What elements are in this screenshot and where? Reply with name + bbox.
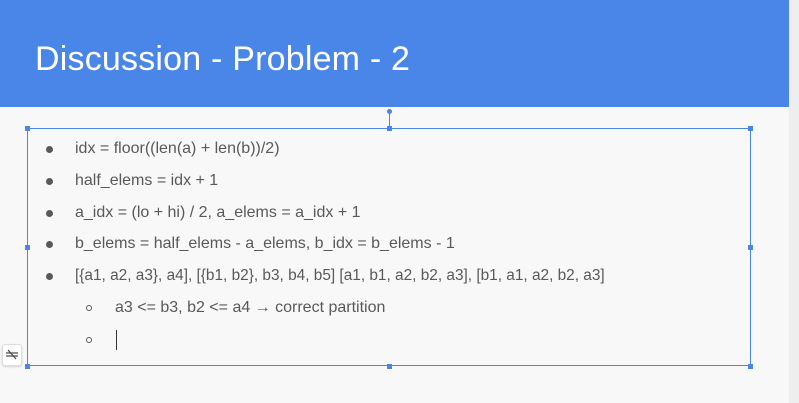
resize-handle-bottom[interactable] xyxy=(387,364,392,369)
bullet-ring-icon xyxy=(86,337,92,343)
resize-handle-bottom-left[interactable] xyxy=(25,364,30,369)
rotate-handle[interactable] xyxy=(387,109,392,114)
slide[interactable]: Discussion - Problem - 2 idx = floor((le… xyxy=(0,0,789,403)
slide-header-band: Discussion - Problem - 2 xyxy=(0,0,789,107)
bullet-dot-icon xyxy=(46,210,53,217)
slide-title[interactable]: Discussion - Problem - 2 xyxy=(35,40,410,79)
resize-handle-bottom-right[interactable] xyxy=(748,364,753,369)
bullet-text[interactable]: a_idx = (lo + hi) / 2, a_elems = a_idx +… xyxy=(75,203,361,223)
sub-bullet-text[interactable]: a3 <= b3, b2 <= a4 → correct partition xyxy=(115,298,385,318)
hide-format-icon xyxy=(6,349,18,360)
resize-handle-top-right[interactable] xyxy=(748,126,753,131)
text-cursor xyxy=(116,330,117,350)
bullet-text[interactable]: b_elems = half_elems - a_elems, b_idx = … xyxy=(75,234,455,254)
editor-canvas: Discussion - Problem - 2 idx = floor((le… xyxy=(0,0,799,403)
resize-handle-top-left[interactable] xyxy=(25,126,30,131)
bullet-dot-icon xyxy=(46,273,53,280)
resize-handle-left[interactable] xyxy=(25,245,30,250)
bullet-dot-icon xyxy=(46,241,53,248)
resize-handle-top[interactable] xyxy=(387,126,392,131)
bullet-ring-icon xyxy=(86,305,92,311)
bullet-text[interactable]: half_elems = idx + 1 xyxy=(75,171,218,191)
bullet-text[interactable]: idx = floor((len(a) + len(b))/2) xyxy=(75,139,280,159)
canvas-edge xyxy=(789,0,799,403)
bullet-dot-icon xyxy=(46,146,53,153)
resize-handle-right[interactable] xyxy=(748,245,753,250)
bullet-text[interactable]: [{a1, a2, a3}, a4], [{b1, b2}, b3, b4, b… xyxy=(75,266,605,286)
bullet-dot-icon xyxy=(46,178,53,185)
hide-format-button[interactable] xyxy=(2,344,22,366)
